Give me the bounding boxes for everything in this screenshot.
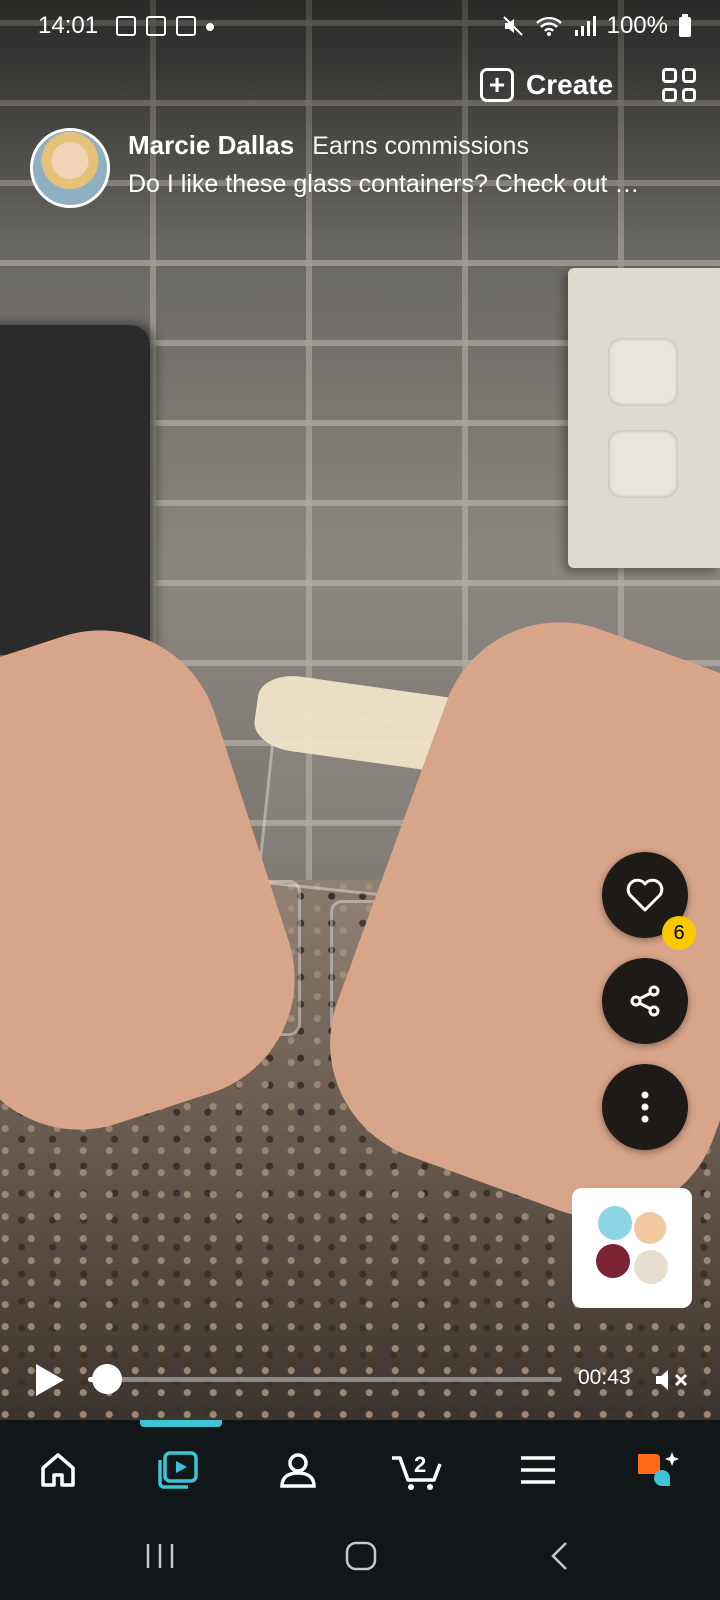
active-tab-indicator: [140, 1420, 222, 1427]
checkbox-icon: [146, 16, 166, 36]
product-thumbnail[interactable]: [572, 1188, 692, 1308]
status-bar: 14:01 100%: [0, 0, 720, 54]
calendar-icon: [116, 16, 136, 36]
notification-dot-icon: [206, 23, 214, 31]
create-label: Create: [526, 69, 614, 100]
play-icon[interactable]: [36, 1364, 64, 1396]
progress-handle[interactable]: [91, 1364, 122, 1394]
share-button[interactable]: [602, 958, 688, 1044]
share-icon: [630, 985, 660, 1017]
post-caption[interactable]: Do I like these glass containers? Check …: [128, 170, 688, 199]
appliance: [0, 325, 150, 655]
gallery-icon: [176, 16, 196, 36]
battery-icon: [679, 14, 691, 37]
back-icon[interactable]: [548, 1540, 572, 1581]
create-button[interactable]: + Create: [480, 68, 613, 102]
plus-icon: +: [480, 68, 514, 102]
grid-view-icon[interactable]: [662, 68, 696, 102]
menu-icon[interactable]: [508, 1445, 568, 1495]
player-controls: 00:43: [0, 1354, 720, 1404]
cart-icon[interactable]: 2: [388, 1445, 448, 1495]
account-icon[interactable]: [268, 1445, 328, 1495]
bottom-navigation: [0, 1420, 720, 1520]
recent-apps-icon[interactable]: [144, 1540, 176, 1581]
like-count-badge: 6: [662, 916, 696, 950]
wall-outlet: [568, 268, 720, 568]
more-options-button[interactable]: [602, 1064, 688, 1150]
mute-icon[interactable]: [654, 1366, 692, 1400]
battery-percent: 100%: [606, 12, 668, 39]
cart-count: 2: [414, 1452, 426, 1477]
video-icon[interactable]: [148, 1445, 208, 1495]
home-system-icon[interactable]: [344, 1540, 378, 1581]
assistant-icon[interactable]: [628, 1445, 688, 1495]
avatar[interactable]: [30, 128, 110, 208]
video-time: 00:43: [578, 1366, 631, 1389]
commission-tag: Earns commissions: [312, 132, 529, 160]
author-name[interactable]: Marcie Dallas: [128, 130, 294, 161]
signal-icon: [574, 16, 596, 36]
home-icon[interactable]: [28, 1445, 88, 1495]
progress-bar[interactable]: [88, 1364, 562, 1394]
heart-icon: [626, 878, 664, 912]
status-time: 14:01: [38, 12, 99, 39]
more-vertical-icon: [641, 1091, 649, 1123]
wifi-icon: [535, 16, 562, 36]
mute-status-icon: [502, 16, 523, 36]
